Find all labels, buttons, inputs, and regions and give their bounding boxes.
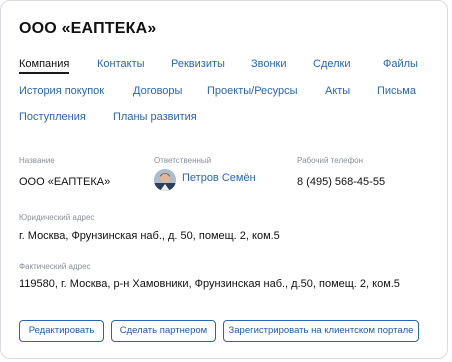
tab-deals[interactable]: Сделки: [313, 58, 351, 70]
make-partner-button[interactable]: Сделать партнером: [111, 320, 216, 342]
tab-development-plans[interactable]: Планы развития: [113, 111, 197, 123]
register-portal-button[interactable]: Зарегистрировать на клиентском портале: [223, 320, 419, 342]
company-title: ООО «ЕАПТЕКА»: [19, 20, 157, 37]
responsible-label: Ответственный: [154, 156, 212, 165]
legal-address-label: Юридический адрес: [19, 213, 95, 222]
tab-calls[interactable]: Звонки: [251, 58, 287, 70]
name-value: ООО «ЕАПТЕКА»: [19, 176, 111, 188]
tab-company[interactable]: Компания: [19, 58, 70, 74]
tab-files[interactable]: Файлы: [383, 58, 418, 70]
tab-projects[interactable]: Проекты/Ресурсы: [207, 85, 298, 97]
tab-contacts[interactable]: Контакты: [97, 58, 145, 70]
name-label: Название: [19, 156, 55, 165]
tab-requisites[interactable]: Реквизиты: [171, 58, 225, 70]
phone-value: 8 (495) 568-45-55: [297, 176, 386, 188]
avatar[interactable]: [154, 169, 176, 191]
tab-acts[interactable]: Акты: [325, 85, 350, 97]
actual-address-label: Фактический адрес: [19, 262, 91, 271]
responsible-link[interactable]: Петров Семён: [182, 172, 256, 184]
person-avatar-icon: [154, 169, 176, 191]
tab-purchase-history[interactable]: История покупок: [19, 85, 104, 97]
legal-address-value: г. Москва, Фрунзинская наб., д. 50, поме…: [19, 230, 280, 242]
tab-letters[interactable]: Письма: [377, 85, 416, 97]
tab-receipts[interactable]: Поступления: [19, 111, 86, 123]
edit-button[interactable]: Редактировать: [19, 320, 104, 342]
actual-address-value: 119580, г. Москва, р-н Хамовники, Фрунзи…: [19, 278, 400, 290]
company-card: ООО «ЕАПТЕКА» Компания Контакты Реквизит…: [0, 0, 448, 359]
phone-label: Рабочий телефон: [297, 156, 364, 165]
tab-contracts[interactable]: Договоры: [133, 85, 182, 97]
